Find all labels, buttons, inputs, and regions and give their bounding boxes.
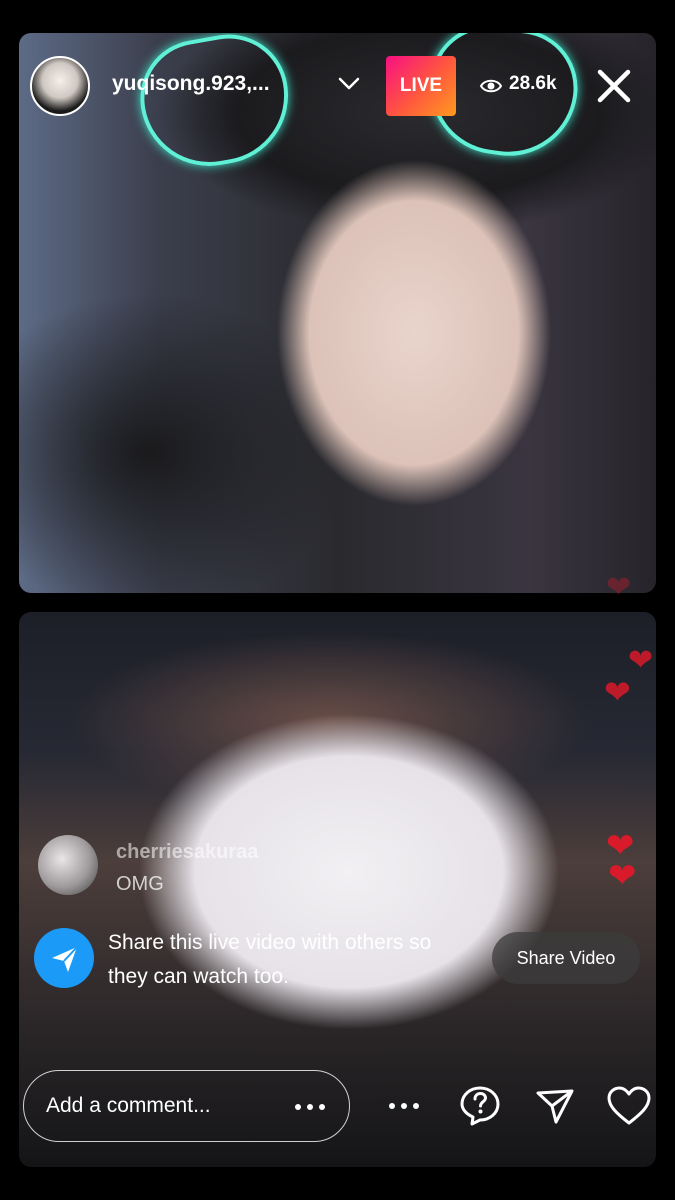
eye-icon <box>480 79 502 93</box>
commenter-avatar[interactable] <box>38 835 98 895</box>
chevron-down-icon[interactable] <box>337 74 361 94</box>
more-icon[interactable] <box>386 1096 422 1116</box>
viewer-count: 28.6k <box>509 73 557 94</box>
comment-text: OMG <box>116 873 164 895</box>
floating-heart-icon: ❤ <box>604 674 631 710</box>
close-icon[interactable] <box>596 68 632 104</box>
share-video-button[interactable]: Share Video <box>492 932 640 984</box>
comment-input[interactable]: Add a comment... <box>23 1070 350 1142</box>
broadcaster-username[interactable]: yuqisong.923,... <box>112 72 270 96</box>
question-icon[interactable] <box>458 1084 502 1128</box>
live-header: yuqisong.923,... LIVE 28.6k <box>0 56 675 118</box>
floating-heart-icon: ❤ <box>628 644 654 677</box>
more-icon[interactable] <box>292 1097 328 1117</box>
broadcaster-avatar[interactable] <box>30 56 90 116</box>
send-icon[interactable] <box>534 1085 576 1127</box>
live-badge: LIVE <box>386 56 456 116</box>
send-icon[interactable] <box>34 928 94 988</box>
share-prompt-text: Share this live video with others so the… <box>108 931 432 988</box>
floating-heart-icon: ❤ <box>608 857 637 895</box>
heart-icon[interactable] <box>606 1085 652 1127</box>
floating-heart-icon: ❤ <box>606 571 632 604</box>
commenter-username[interactable]: cherriesakuraa <box>116 841 258 864</box>
comment-placeholder: Add a comment... <box>46 1094 211 1117</box>
live-comment: cherriesakuraa OMG <box>38 835 338 895</box>
